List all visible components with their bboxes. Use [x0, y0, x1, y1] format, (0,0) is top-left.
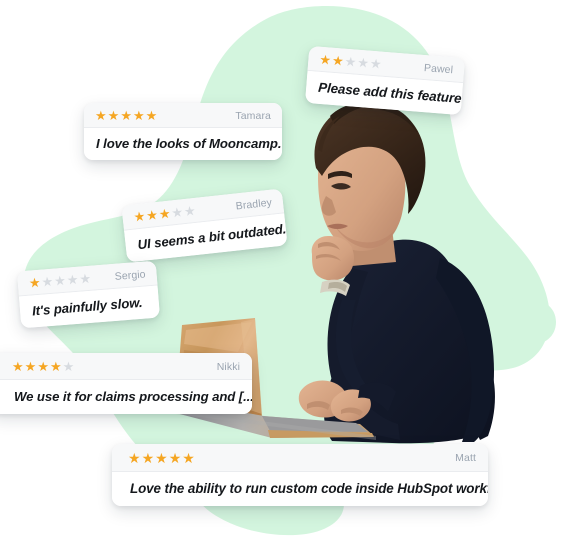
star-icon: ★	[66, 271, 79, 288]
star-icon: ★	[62, 359, 75, 374]
star-icon: ★	[331, 52, 345, 69]
reviewer-name: Pawel	[423, 61, 454, 76]
star-icon: ★	[344, 53, 357, 70]
star-icon: ★	[182, 450, 195, 466]
star-icon: ★	[37, 359, 49, 374]
star-icon: ★	[145, 108, 158, 123]
reviewer-name: Bradley	[235, 196, 273, 212]
illustration-canvas: ★ ★ ★ ★ ★ Pawel Please add this feature!…	[0, 0, 584, 537]
review-card-matt[interactable]: ★ ★ ★ ★ ★ Matt Love the ability to run c…	[112, 444, 488, 506]
review-card-sergio[interactable]: ★ ★ ★ ★ ★ Sergio It's painfully slow.	[16, 260, 161, 329]
review-card-header: ★ ★ ★ ★ ★ Tamara	[84, 103, 282, 128]
review-card-nikki[interactable]: ★ ★ ★ ★ ★ Nikki We use it for claims pro…	[0, 353, 252, 414]
star-icon: ★	[356, 54, 370, 71]
reviewer-name: Matt	[455, 452, 476, 464]
star-icon: ★	[132, 108, 145, 123]
review-card-pawel[interactable]: ★ ★ ★ ★ ★ Pawel Please add this feature!	[305, 45, 465, 116]
star-icon: ★	[170, 204, 184, 221]
star-icon: ★	[49, 359, 62, 374]
star-icon: ★	[141, 450, 155, 466]
star-rating: ★ ★ ★ ★ ★	[95, 109, 157, 122]
star-icon: ★	[128, 450, 141, 466]
star-icon: ★	[155, 450, 168, 466]
star-icon: ★	[12, 359, 24, 374]
review-card-header: ★ ★ ★ ★ ★ Nikki	[0, 353, 252, 380]
star-rating: ★ ★ ★ ★ ★	[128, 451, 195, 465]
star-icon: ★	[158, 205, 172, 222]
star-rating: ★ ★ ★ ★ ★	[12, 360, 74, 373]
star-icon: ★	[145, 207, 159, 224]
star-icon: ★	[183, 202, 197, 220]
star-icon: ★	[168, 450, 182, 466]
reviewer-name: Nikki	[216, 360, 240, 373]
star-icon: ★	[24, 359, 37, 374]
star-icon: ★	[318, 51, 332, 68]
review-quote: We use it for claims processing and [...…	[0, 380, 252, 414]
star-icon: ★	[78, 270, 92, 287]
review-card-tamara[interactable]: ★ ★ ★ ★ ★ Tamara I love the looks of Moo…	[84, 103, 282, 160]
reviewer-name: Tamara	[235, 109, 271, 122]
review-quote: I love the looks of Mooncamp.	[84, 128, 282, 160]
star-rating: ★ ★ ★ ★ ★	[28, 270, 92, 291]
review-card-header: ★ ★ ★ ★ ★ Matt	[112, 444, 488, 472]
star-rating: ★ ★ ★ ★ ★	[318, 51, 383, 72]
star-icon: ★	[95, 108, 107, 123]
star-rating: ★ ★ ★ ★ ★	[132, 202, 197, 225]
star-icon: ★	[40, 273, 54, 290]
star-icon: ★	[107, 108, 120, 123]
review-quote: Love the ability to run custom code insi…	[112, 472, 488, 506]
reviewer-name: Sergio	[114, 267, 147, 283]
star-icon: ★	[120, 108, 132, 123]
star-icon: ★	[369, 55, 383, 72]
star-icon: ★	[132, 208, 147, 225]
star-icon: ★	[53, 272, 67, 289]
star-icon: ★	[28, 274, 42, 291]
